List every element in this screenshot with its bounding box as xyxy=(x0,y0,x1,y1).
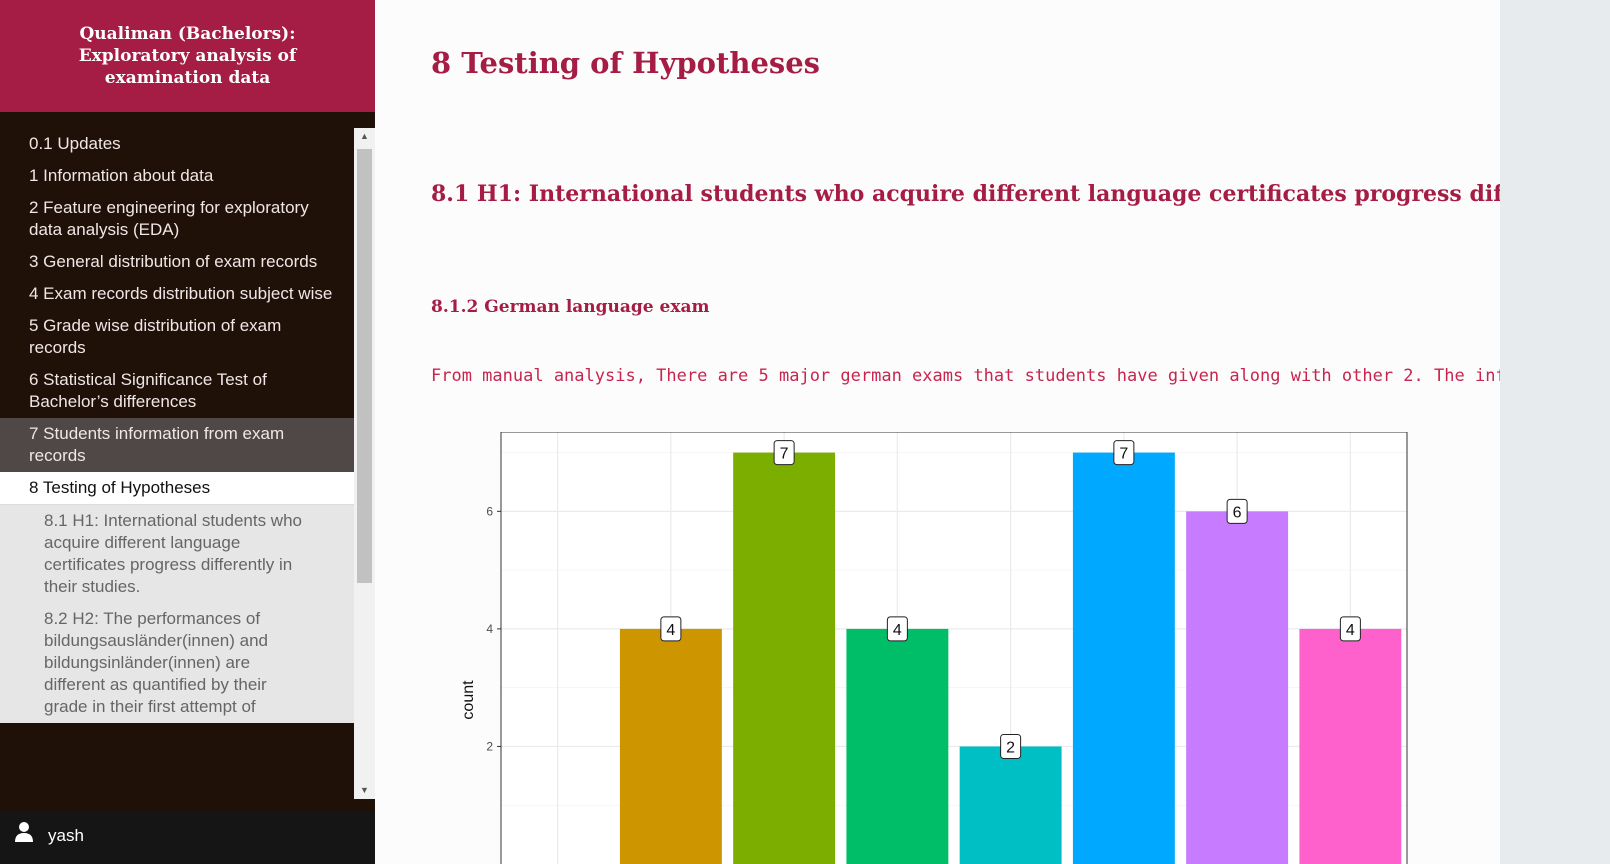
data-label-text: 7 xyxy=(1119,446,1128,463)
subsection-heading: 8.1.2 German language exam xyxy=(431,297,710,317)
toc-item-feature-engineering[interactable]: 2 Feature engineering for exploratory da… xyxy=(0,192,354,246)
bar-chart: 4 7 4 2 7 6 4 2 4 6 count xyxy=(460,432,1408,864)
sidebar: Qualiman (Bachelors): Exploratory analys… xyxy=(0,0,375,864)
data-label: 2 xyxy=(1000,733,1022,759)
y-axis-label: count xyxy=(460,680,477,720)
data-label-text: 7 xyxy=(780,446,789,463)
sidebar-header: Qualiman (Bachelors): Exploratory analys… xyxy=(0,0,375,112)
data-label: 7 xyxy=(773,440,795,466)
data-label: 4 xyxy=(886,616,908,642)
y-tick-label: 4 xyxy=(486,622,493,636)
toc-item-subject-wise[interactable]: 4 Exam records distribution subject wise xyxy=(0,278,354,310)
bar xyxy=(1186,511,1289,864)
toc-subsection-list: 8.1 H1: International students who acqui… xyxy=(0,505,354,723)
user-icon xyxy=(15,822,33,842)
data-label: 4 xyxy=(1339,616,1361,642)
user-name[interactable]: yash xyxy=(48,826,84,846)
scroll-thumb[interactable] xyxy=(357,149,372,583)
toc-scrollbar[interactable]: ▲ ▼ xyxy=(354,128,375,799)
toc-item-updates[interactable]: 0.1 Updates xyxy=(0,128,354,160)
user-bar: yash xyxy=(0,811,375,864)
toc-subitem-h1[interactable]: 8.1 H1: International students who acqui… xyxy=(0,505,354,603)
toc-item-testing-hypotheses[interactable]: 8 Testing of Hypotheses xyxy=(0,472,354,505)
toc-item-students-information[interactable]: 7 Students information from exam records xyxy=(0,418,354,472)
toc-item-grade-wise[interactable]: 5 Grade wise distribution of exam record… xyxy=(0,310,354,364)
main-content: 8 Testing of Hypotheses 8.1 H1: Internat… xyxy=(375,0,1500,864)
bar xyxy=(1299,628,1402,864)
table-of-contents: 0.1 Updates 1 Information about data 2 F… xyxy=(0,128,354,799)
data-label-text: 4 xyxy=(666,622,675,639)
bar xyxy=(619,628,722,864)
y-tick-label: 2 xyxy=(486,739,493,753)
scroll-down-arrow-icon[interactable]: ▼ xyxy=(354,782,375,799)
bar xyxy=(1072,452,1175,864)
bar xyxy=(959,746,1062,864)
data-label: 4 xyxy=(660,616,682,642)
code-output: From manual analysis, There are 5 major … xyxy=(431,366,1500,386)
y-tick-label: 6 xyxy=(486,504,493,518)
scroll-up-arrow-icon[interactable]: ▲ xyxy=(354,128,375,145)
toc-item-general-distribution[interactable]: 3 General distribution of exam records xyxy=(0,246,354,278)
data-label-text: 4 xyxy=(893,622,902,639)
toc-subitem-h2[interactable]: 8.2 H2: The performances of bildungsausl… xyxy=(0,603,354,723)
book-title[interactable]: Qualiman (Bachelors): Exploratory analys… xyxy=(63,23,313,89)
data-label-text: 6 xyxy=(1233,504,1242,521)
bar xyxy=(846,628,949,864)
data-label: 6 xyxy=(1226,498,1248,524)
page-title: 8 Testing of Hypotheses xyxy=(431,46,820,80)
right-gutter xyxy=(1500,0,1610,864)
toc-item-information[interactable]: 1 Information about data xyxy=(0,160,354,192)
data-label-text: 4 xyxy=(1346,622,1355,639)
toc-item-significance-test[interactable]: 6 Statistical Significance Test of Bache… xyxy=(0,364,354,418)
data-label-text: 2 xyxy=(1006,739,1015,756)
section-heading: 8.1 H1: International students who acqui… xyxy=(431,181,1500,207)
bar xyxy=(733,452,836,864)
data-label: 7 xyxy=(1113,440,1135,466)
